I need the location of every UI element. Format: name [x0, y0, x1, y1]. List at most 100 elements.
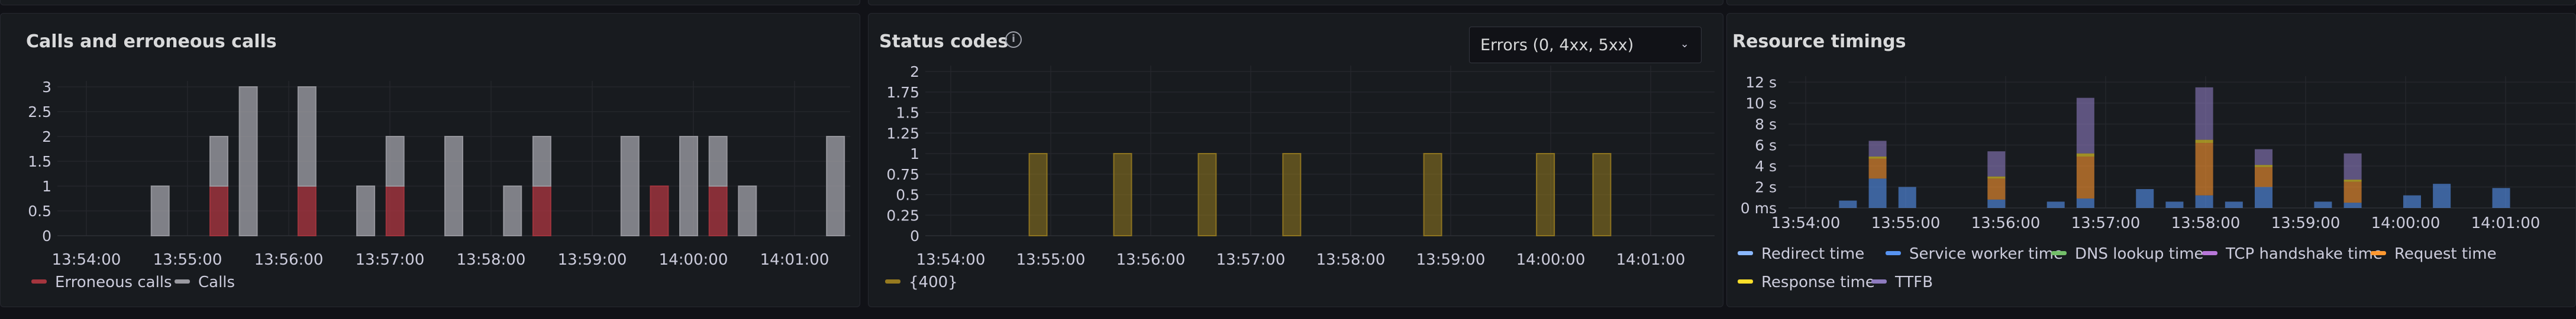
bar [1028, 153, 1048, 236]
bar [1592, 153, 1612, 236]
bar [297, 86, 317, 187]
y-tick-label: 2 s [1755, 179, 1777, 196]
bar [1868, 158, 1887, 179]
x-tick-label: 13:55:00 [1016, 251, 1086, 269]
bar [2255, 149, 2273, 165]
y-tick-label: 2.5 [28, 103, 51, 121]
legend-swatch [885, 279, 900, 284]
y-tick-label: 1.25 [886, 125, 919, 142]
bar [1197, 153, 1217, 236]
legend-item-request-time[interactable]: Request time [2371, 245, 2497, 263]
x-tick-label: 14:00:00 [2371, 214, 2441, 232]
y-tick-label: 3 [42, 79, 51, 96]
bar [444, 136, 463, 236]
y-tick-label: 0.25 [886, 207, 919, 224]
bar [708, 185, 728, 236]
bar [503, 185, 522, 236]
bar [2403, 195, 2421, 208]
bar [2255, 167, 2273, 187]
legend-label: DNS lookup time [2075, 245, 2204, 263]
x-tick-label: 14:01:00 [1616, 251, 1686, 269]
bar [1282, 153, 1302, 236]
bar [238, 86, 258, 236]
bar [620, 136, 640, 236]
bar [2195, 139, 2213, 143]
bar [1868, 141, 1887, 157]
y-tick-label: 1.5 [28, 153, 51, 170]
legend-item-redirect-time[interactable]: Redirect time [1738, 245, 1864, 263]
bar [2433, 184, 2451, 208]
bar [209, 136, 228, 187]
legend-item-calls[interactable]: Calls [175, 274, 235, 291]
bar [1987, 151, 2006, 177]
legend-label: TCP handshake time [2226, 245, 2383, 263]
bar [356, 185, 376, 236]
y-tick-label: 6 s [1755, 137, 1777, 154]
y-tick-label: 0.5 [896, 187, 919, 204]
legend-item-response-time[interactable]: Response time [1738, 274, 1875, 291]
x-tick-label: 13:56:00 [1971, 214, 2041, 232]
bar [2225, 201, 2243, 208]
bar [532, 185, 551, 236]
bar [1536, 153, 1555, 236]
x-tick-label: 13:58:00 [457, 251, 526, 269]
bar [2076, 97, 2094, 154]
bar [679, 136, 699, 236]
x-tick-label: 14:01:00 [2471, 214, 2541, 232]
bar [297, 185, 317, 236]
bar [2343, 203, 2362, 208]
bar [2165, 201, 2184, 208]
legend-item-tcp-handshake-time[interactable]: TCP handshake time [2202, 245, 2383, 263]
legend-swatch [1886, 251, 1901, 255]
x-tick-label: 13:54:00 [1771, 214, 1841, 232]
legend-swatch [175, 279, 190, 284]
legend-swatch [31, 279, 47, 284]
legend-item-ttfb[interactable]: TTFB [1871, 274, 1933, 291]
panel-top-edge [868, 0, 1723, 5]
legend-label: Redirect time [1761, 245, 1865, 263]
bar [2076, 198, 2094, 208]
x-tick-label: 14:01:00 [760, 251, 829, 269]
x-tick-label: 13:55:00 [153, 251, 222, 269]
panel-status-codes[interactable]: Status codes i Errors (0, 4xx, 5xx) ⌄ 00… [868, 13, 1723, 307]
bar [2343, 180, 2362, 182]
x-tick-label: 13:54:00 [916, 251, 986, 269]
y-tick-label: 2 [42, 128, 51, 145]
y-tick-label: 1 [910, 145, 919, 162]
bar [708, 136, 728, 187]
panel-calls-and-errors[interactable]: Calls and erroneous calls 0 0.5 1 1.5 2 2.5 3 1… [0, 13, 860, 307]
legend-swatch [1871, 279, 1887, 284]
bar [2195, 195, 2213, 208]
y-tick-label: 4 s [1755, 158, 1777, 175]
y-tick-label: 1 [42, 178, 51, 195]
panel-resource-timings[interactable]: Resource timings 0 ms 2 s4 s6 s8 s 10 s 12 … [1726, 13, 2576, 307]
bar [1113, 153, 1132, 236]
status-codes-chart: 0 0.25 0.5 0.75 1 1.25 1.5 1.75 2 13:54:00 13:55:0… [886, 63, 1715, 269]
bar [650, 185, 669, 236]
bar [385, 185, 405, 236]
bar [532, 136, 551, 187]
bar [2255, 187, 2273, 208]
x-tick-label: 13:59:00 [2271, 214, 2341, 232]
bar [2195, 87, 2213, 140]
x-tick-label: 13:54:00 [52, 251, 121, 269]
x-tick-label: 13:58:00 [1316, 251, 1386, 269]
bar [1423, 153, 1442, 236]
x-tick-label: 13:59:00 [1416, 251, 1486, 269]
bar [2343, 153, 2362, 180]
legend-label: Request time [2394, 245, 2497, 263]
legend-item-dns-lookup-time[interactable]: DNS lookup time [2051, 245, 2204, 263]
x-tick-label: 13:55:00 [1871, 214, 1941, 232]
x-tick-label: 13:56:00 [1116, 251, 1186, 269]
x-tick-label: 13:59:00 [558, 251, 627, 269]
bar [2314, 201, 2332, 208]
legend-label: Service worker time [1909, 245, 2064, 263]
y-tick-label: 2 [910, 63, 919, 80]
legend-item-erroneous-calls[interactable]: Erroneous calls [31, 274, 172, 291]
x-tick-label: 13:57:00 [356, 251, 425, 269]
x-tick-label: 13:56:00 [254, 251, 324, 269]
y-tick-label: 1.5 [896, 105, 919, 122]
bar [1987, 178, 2006, 200]
legend-item-400[interactable]: {400} [885, 274, 958, 291]
legend-item-service-worker-time[interactable]: Service worker time [1886, 245, 2063, 263]
